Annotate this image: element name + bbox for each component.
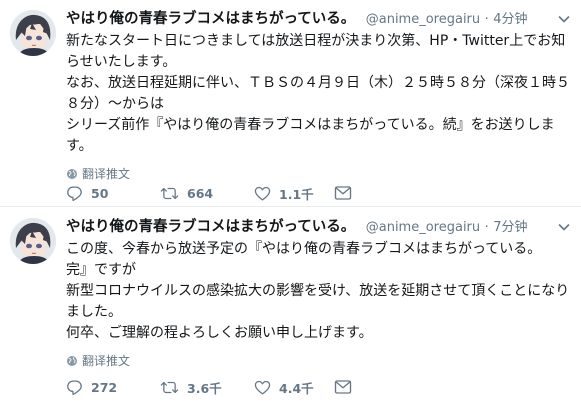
like-button[interactable]: 1.1千 xyxy=(254,184,334,203)
translate-tweet-link[interactable]: 翻译推文 xyxy=(66,166,572,182)
avatar[interactable] xyxy=(10,10,56,56)
translate-label[interactable]: 翻译推文 xyxy=(82,353,130,369)
tweet-header: やはり俺の青春ラブコメはまちがっている。 @anime_oregairu · 7… xyxy=(66,217,572,237)
globe-icon xyxy=(67,169,77,179)
reply-button[interactable]: 50 xyxy=(66,185,160,202)
display-name[interactable]: やはり俺の青春ラブコメはまちがっている。 xyxy=(66,11,355,27)
timestamp[interactable]: 7分钟 xyxy=(493,220,527,235)
like-button[interactable]: 4.4千 xyxy=(254,378,334,397)
timestamp[interactable]: 4分钟 xyxy=(493,12,527,27)
retweet-button[interactable]: 664 xyxy=(160,185,254,202)
tweet-text-line: 完』ですが xyxy=(66,262,136,278)
tweet[interactable]: やはり俺の青春ラブコメはまちがっている。 @anime_oregairu · 4… xyxy=(0,0,581,207)
tweet-text-line: 新型コロナウイルスの感染拡大の影響を受け、放送を延期させて頂くことになり xyxy=(66,283,570,299)
tweet-text: この度、今春から放送予定の『やはり俺の青春ラブコメはまちがっている。 完』ですが… xyxy=(66,239,572,344)
separator: · xyxy=(484,220,489,235)
tweet-actions: 272 3.6千 4.4千 xyxy=(66,377,360,397)
tweet-text-line: 何卒、ご理解の程よろしくお願い申し上げます。 xyxy=(66,325,373,341)
user-handle[interactable]: @anime_oregairu xyxy=(366,220,480,235)
globe-icon xyxy=(67,356,77,366)
reply-icon xyxy=(67,185,82,201)
retweet-count: 664 xyxy=(187,185,214,201)
tweet-text-line: らせいたします。 xyxy=(66,54,177,70)
user-handle[interactable]: @anime_oregairu xyxy=(366,12,480,27)
like-count: 1.1千 xyxy=(279,186,314,202)
avatar[interactable] xyxy=(10,218,56,264)
message-button[interactable] xyxy=(334,185,360,201)
message-icon xyxy=(334,380,352,394)
tweet-header: やはり俺の青春ラブコメはまちがっている。 @anime_oregairu · 4… xyxy=(66,9,572,29)
reply-button[interactable]: 272 xyxy=(66,379,160,396)
message-icon xyxy=(334,186,352,200)
tweet-text-line: す。 xyxy=(66,138,93,154)
reply-count: 50 xyxy=(91,185,109,201)
tweet-text-line: なお、放送日程延期に伴い、ＴＢＳの４月９日（木）２５時５８分（深夜１時５ xyxy=(66,75,570,91)
retweet-button[interactable]: 3.6千 xyxy=(160,378,254,397)
tweet-text-line: シリーズ前作『やはり俺の青春ラブコメはまちがっている。続』をお送りしま xyxy=(66,117,555,133)
tweet-text-line: この度、今春から放送予定の『やはり俺の青春ラブコメはまちがっている。 xyxy=(66,241,542,257)
translate-label[interactable]: 翻译推文 xyxy=(82,166,130,182)
tweet[interactable]: やはり俺の青春ラブコメはまちがっている。 @anime_oregairu · 7… xyxy=(0,208,581,402)
like-icon xyxy=(254,380,271,395)
like-icon xyxy=(254,186,271,201)
retweet-count: 3.6千 xyxy=(187,380,222,396)
chevron-down-icon[interactable] xyxy=(556,11,572,27)
message-button[interactable] xyxy=(334,379,360,395)
reply-icon xyxy=(67,379,82,395)
translate-tweet-link[interactable]: 翻译推文 xyxy=(66,353,572,369)
retweet-icon xyxy=(160,187,179,199)
reply-count: 272 xyxy=(91,379,118,395)
retweet-icon xyxy=(160,381,179,393)
tweet-text: 新たなスタート日につきましては放送日程が決まり次第、HP・Twitter上でお知… xyxy=(66,31,572,157)
chevron-down-icon[interactable] xyxy=(556,219,572,235)
display-name[interactable]: やはり俺の青春ラブコメはまちがっている。 xyxy=(66,219,355,235)
tweet-text-line: 新たなスタート日につきましては放送日程が決まり次第、HP・Twitter上でお知 xyxy=(66,33,566,49)
like-count: 4.4千 xyxy=(279,380,314,396)
separator: · xyxy=(484,12,489,27)
tweet-text-line: ました。 xyxy=(66,304,122,320)
tweet-text-line: ８分）〜からは xyxy=(66,96,164,112)
tweet-actions: 50 664 1.1千 xyxy=(66,183,360,203)
